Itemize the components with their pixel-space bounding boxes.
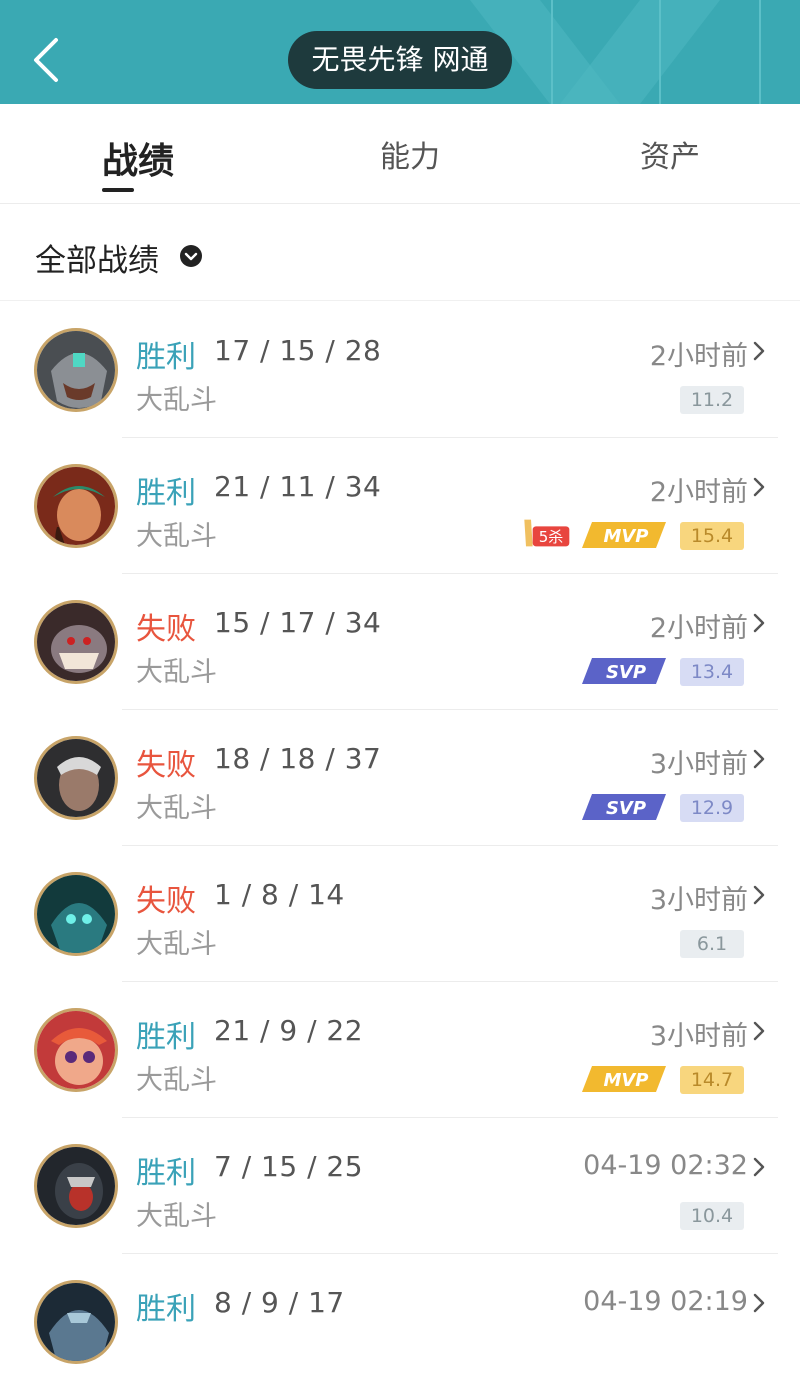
champion-avatar — [34, 1008, 118, 1092]
page-title[interactable]: 无畏先锋 网通 — [288, 31, 512, 89]
game-mode: 大乱斗 — [136, 929, 217, 960]
tab-bar: 战绩 能力 资产 — [0, 104, 800, 204]
game-mode: 大乱斗 — [136, 1065, 217, 1096]
chevron-right-icon — [753, 1021, 765, 1041]
match-row[interactable]: 胜利 7 / 15 / 25 大乱斗 04-19 02:32 10.4 — [0, 1118, 800, 1254]
score-badge: 14.7 — [680, 1066, 744, 1094]
match-result: 胜利 — [136, 1020, 196, 1055]
chevron-down-icon — [180, 245, 202, 267]
tab-ability[interactable]: 能力 — [380, 132, 440, 176]
match-result: 胜利 — [136, 1156, 196, 1191]
penta-kill-badge: 5杀 — [524, 519, 570, 547]
match-time: 04-19 02:32 — [583, 1150, 748, 1181]
champion-avatar — [34, 600, 118, 684]
match-time: 3小时前 — [649, 749, 748, 780]
tab-assets[interactable]: 资产 — [640, 132, 700, 176]
mvp-badge: MVP — [582, 1066, 666, 1092]
match-time: 2小时前 — [649, 477, 748, 508]
svg-text:SVP: SVP — [606, 798, 646, 819]
game-mode: 大乱斗 — [136, 385, 217, 416]
filter-label: 全部战绩 — [35, 243, 159, 279]
match-row[interactable]: 胜利 8 / 9 / 17 04-19 02:19 — [0, 1254, 800, 1390]
kda-text: 17 / 15 / 28 — [214, 334, 382, 367]
match-time: 3小时前 — [649, 1021, 748, 1052]
chevron-right-icon — [753, 341, 765, 361]
svg-text:5杀: 5杀 — [539, 528, 564, 546]
kda-text: 15 / 17 / 34 — [214, 606, 382, 639]
chevron-right-icon — [753, 1293, 765, 1313]
svg-text:MVP: MVP — [603, 526, 648, 547]
tab-active-indicator — [102, 188, 134, 192]
kda-text: 8 / 9 / 17 — [214, 1286, 345, 1319]
match-result: 胜利 — [136, 1292, 196, 1327]
svp-badge: SVP — [582, 794, 666, 820]
score-badge: 10.4 — [680, 1202, 744, 1230]
back-arrow-icon[interactable] — [28, 34, 68, 86]
game-mode: 大乱斗 — [136, 1201, 217, 1232]
chevron-right-icon — [753, 749, 765, 769]
match-time: 2小时前 — [649, 613, 748, 644]
score-badge: 13.4 — [680, 658, 744, 686]
kda-text: 18 / 18 / 37 — [214, 742, 382, 775]
game-mode: 大乱斗 — [136, 521, 217, 552]
filter-dropdown[interactable]: 全部战绩 — [0, 205, 800, 301]
match-row[interactable]: 失败 15 / 17 / 34 大乱斗 2小时前 SVP 13.4 — [0, 574, 800, 710]
kda-text: 21 / 9 / 22 — [214, 1014, 364, 1047]
score-badge: 12.9 — [680, 794, 744, 822]
top-bar: 无畏先锋 网通 — [0, 0, 800, 104]
kda-text: 1 / 8 / 14 — [214, 878, 345, 911]
champion-avatar — [34, 872, 118, 956]
score-badge: 11.2 — [680, 386, 744, 414]
match-row[interactable]: 胜利 17 / 15 / 28 大乱斗 2小时前 11.2 — [0, 302, 800, 438]
chevron-right-icon — [753, 885, 765, 905]
game-mode: 大乱斗 — [136, 657, 217, 688]
game-mode: 大乱斗 — [136, 793, 217, 824]
champion-avatar — [34, 328, 118, 412]
svg-text:MVP: MVP — [603, 1070, 648, 1091]
champion-avatar — [34, 1280, 118, 1364]
match-row[interactable]: 失败 18 / 18 / 37 大乱斗 3小时前 SVP 12.9 — [0, 710, 800, 846]
chevron-right-icon — [753, 613, 765, 633]
champion-avatar — [34, 464, 118, 548]
match-row[interactable]: 失败 1 / 8 / 14 大乱斗 3小时前 6.1 — [0, 846, 800, 982]
match-result: 失败 — [136, 884, 196, 919]
chevron-right-icon — [753, 1157, 765, 1177]
match-result: 胜利 — [136, 340, 196, 375]
mvp-badge: MVP — [582, 522, 666, 548]
match-time: 2小时前 — [649, 341, 748, 372]
score-badge: 15.4 — [680, 522, 744, 550]
champion-avatar — [34, 736, 118, 820]
match-result: 失败 — [136, 748, 196, 783]
match-result: 胜利 — [136, 476, 196, 511]
match-row[interactable]: 胜利 21 / 9 / 22 大乱斗 3小时前 MVP 14.7 — [0, 982, 800, 1118]
kda-text: 21 / 11 / 34 — [214, 470, 382, 503]
match-result: 失败 — [136, 612, 196, 647]
chevron-right-icon — [753, 477, 765, 497]
svg-text:SVP: SVP — [606, 662, 646, 683]
match-time: 04-19 02:19 — [583, 1286, 748, 1317]
match-time: 3小时前 — [649, 885, 748, 916]
svp-badge: SVP — [582, 658, 666, 684]
score-badge: 6.1 — [680, 930, 744, 958]
kda-text: 7 / 15 / 25 — [214, 1150, 364, 1183]
champion-avatar — [34, 1144, 118, 1228]
tab-record[interactable]: 战绩 — [102, 132, 174, 184]
match-row[interactable]: 胜利 21 / 11 / 34 大乱斗 2小时前 5杀 MVP 15.4 — [0, 438, 800, 574]
